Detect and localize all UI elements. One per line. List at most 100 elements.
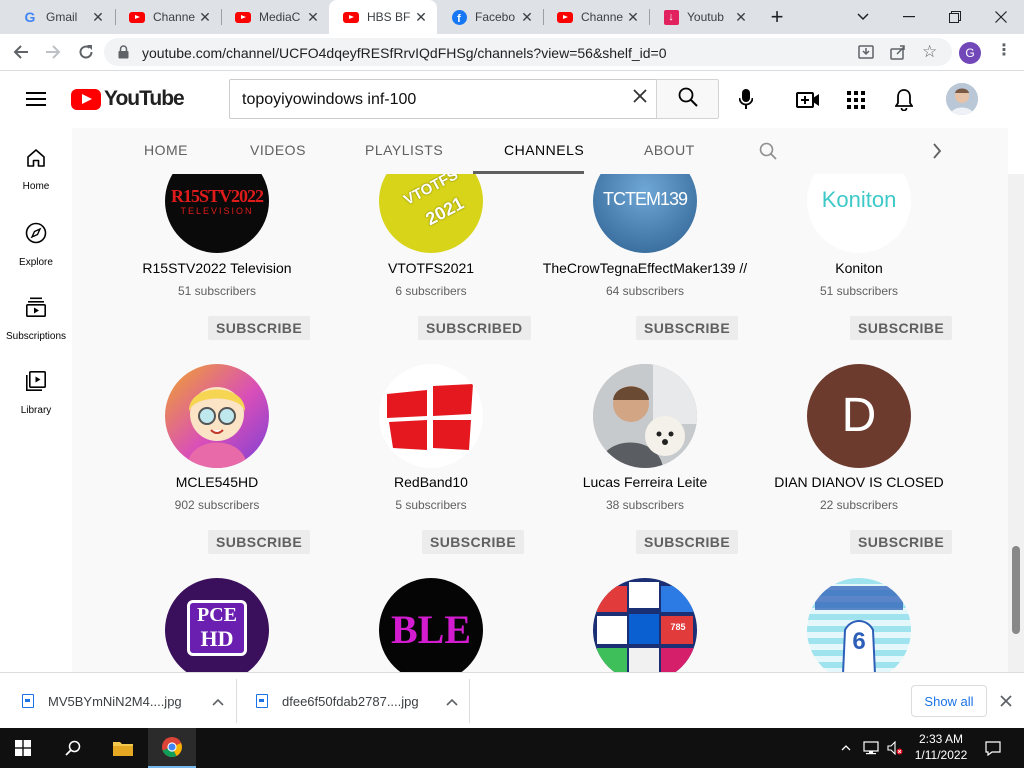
image-file-icon xyxy=(256,694,268,708)
taskbar-clock[interactable]: 2:33 AM 1/11/2022 xyxy=(910,731,972,763)
scrollbar-thumb[interactable] xyxy=(1012,546,1020,634)
windows-start-icon[interactable] xyxy=(0,728,46,768)
close-icon[interactable]: ✕ xyxy=(625,9,641,26)
channel-name[interactable]: TheCrowTegnaEffectMaker139 // xyxy=(538,260,752,276)
profile-avatar[interactable]: G xyxy=(959,42,981,64)
search-input[interactable]: topoyiyowindows inf-100 xyxy=(229,79,656,119)
youtube-icon xyxy=(343,9,359,25)
close-icon[interactable]: ✕ xyxy=(90,9,106,26)
restore-icon[interactable] xyxy=(932,0,978,34)
channel-avatar[interactable]: TCTEM139 xyxy=(593,174,697,253)
browser-menu-icon[interactable]: ⋮ xyxy=(996,43,1012,59)
download-item[interactable]: dfee6f50fdab2787....jpg xyxy=(256,685,466,717)
clear-search-icon[interactable] xyxy=(632,87,648,110)
channel-card: Lucas Ferreira Leite 38 subscribers SUBS… xyxy=(538,364,752,564)
tab-videos[interactable]: VIDEOS xyxy=(250,142,306,158)
subscribe-button[interactable]: SUBSCRIBE xyxy=(208,316,311,340)
channel-name[interactable]: Lucas Ferreira Leite xyxy=(538,474,752,490)
channel-avatar[interactable]: D xyxy=(807,364,911,468)
close-shelf-icon[interactable] xyxy=(1000,694,1012,712)
browser-tab-channel[interactable]: Channe ✕ xyxy=(115,0,221,34)
channel-name[interactable]: Koniton xyxy=(752,260,966,276)
tab-search-icon[interactable] xyxy=(840,0,886,34)
browser-tab-hbs-active[interactable]: HBS BF ✕ xyxy=(329,0,437,34)
channel-avatar[interactable]: Koniton xyxy=(807,174,911,253)
hamburger-menu-icon[interactable] xyxy=(26,91,46,112)
channel-name[interactable]: VTOTFS2021 xyxy=(324,260,538,276)
guide-item-library[interactable]: Library xyxy=(0,350,72,424)
subscribe-button[interactable]: SUBSCRIBE xyxy=(636,316,739,340)
channel-avatar[interactable]: BLE xyxy=(379,578,483,672)
tab-about[interactable]: ABOUT xyxy=(644,142,695,158)
channel-card: RedBand10 5 subscribers SUBSCRIBE xyxy=(324,364,538,564)
browser-tab-facebook[interactable]: f Facebo ✕ xyxy=(437,0,543,34)
browser-toolbar: youtube.com/channel/UCFO4dqeyfRESfRrvIQd… xyxy=(0,34,1024,71)
account-avatar[interactable] xyxy=(946,83,978,115)
channel-avatar[interactable]: 785 xyxy=(593,578,697,672)
file-explorer-icon[interactable] xyxy=(100,728,146,768)
channel-avatar[interactable]: 6 xyxy=(807,578,911,672)
share-icon[interactable] xyxy=(890,44,906,65)
close-window-icon[interactable] xyxy=(978,0,1024,34)
close-icon[interactable]: ✕ xyxy=(305,9,321,26)
lock-icon[interactable] xyxy=(118,45,129,64)
create-video-icon[interactable] xyxy=(794,86,822,114)
search-button[interactable] xyxy=(656,79,719,119)
channel-search-icon[interactable] xyxy=(759,142,777,165)
show-all-downloads-button[interactable]: Show all xyxy=(911,685,987,717)
close-icon[interactable]: ✕ xyxy=(413,9,429,26)
network-icon[interactable] xyxy=(860,728,882,768)
channel-avatar[interactable] xyxy=(379,364,483,468)
subscribe-button[interactable]: SUBSCRIBE xyxy=(208,530,311,554)
guide-item-home[interactable]: Home xyxy=(0,128,72,202)
download-item[interactable]: MV5BYmNiN2M4....jpg xyxy=(22,685,232,717)
apps-grid-icon[interactable] xyxy=(842,86,870,114)
channel-name[interactable]: DIAN DIANOV IS CLOSED xyxy=(752,474,966,490)
chrome-taskbar-icon[interactable] xyxy=(148,728,196,768)
channel-avatar[interactable]: PCE HD xyxy=(165,578,269,672)
close-icon[interactable]: ✕ xyxy=(197,9,213,26)
taskbar-search-icon[interactable] xyxy=(50,728,96,768)
tab-home[interactable]: HOME xyxy=(144,142,188,158)
subscribe-button[interactable]: SUBSCRIBE xyxy=(850,530,953,554)
bookmark-star-icon[interactable]: ☆ xyxy=(922,43,937,60)
minimize-icon[interactable] xyxy=(886,0,932,34)
channel-avatar[interactable]: VTOTFS 2021 xyxy=(379,174,483,253)
forward-icon[interactable] xyxy=(38,37,68,67)
notifications-center-icon[interactable] xyxy=(978,728,1008,768)
show-hidden-icons-chevron[interactable] xyxy=(836,728,856,768)
tab-channels[interactable]: CHANNELS xyxy=(504,142,584,158)
browser-tab-channel-2[interactable]: Channe ✕ xyxy=(543,0,649,34)
address-bar[interactable]: youtube.com/channel/UCFO4dqeyfRESfRrvIQd… xyxy=(104,38,952,66)
browser-tab-gmail[interactable]: G Gmail ✕ xyxy=(8,0,114,34)
channel-name[interactable]: MCLE545HD xyxy=(110,474,324,490)
chevron-right-icon[interactable] xyxy=(932,143,942,164)
new-tab-button[interactable]: + xyxy=(760,0,794,34)
install-app-icon[interactable] xyxy=(858,44,874,65)
chevron-up-icon[interactable] xyxy=(446,694,466,709)
subscribe-button[interactable]: SUBSCRIBE xyxy=(850,316,953,340)
channel-name[interactable]: R15STV2022 Television xyxy=(110,260,324,276)
close-icon[interactable]: ✕ xyxy=(733,9,749,26)
tab-playlists[interactable]: PLAYLISTS xyxy=(365,142,443,158)
notifications-bell-icon[interactable] xyxy=(890,86,918,114)
chevron-up-icon[interactable] xyxy=(212,694,232,709)
guide-item-explore[interactable]: Explore xyxy=(0,202,72,276)
back-icon[interactable] xyxy=(6,37,36,67)
youtube-logo[interactable]: YouTube xyxy=(71,87,185,111)
channel-avatar[interactable] xyxy=(165,364,269,468)
subscriber-count: 38 subscribers xyxy=(605,498,685,512)
close-icon[interactable]: ✕ xyxy=(519,9,535,26)
guide-item-subscriptions[interactable]: Subscriptions xyxy=(0,276,72,350)
subscribe-button[interactable]: SUBSCRIBE xyxy=(422,530,525,554)
browser-tab-youtube-dl[interactable]: ↓ Youtub ✕ xyxy=(649,0,757,34)
subscribe-button[interactable]: SUBSCRIBE xyxy=(636,530,739,554)
browser-tab-mediac[interactable]: MediaC ✕ xyxy=(221,0,329,34)
channel-name[interactable]: RedBand10 xyxy=(324,474,538,490)
subscribed-button[interactable]: SUBSCRIBED xyxy=(418,316,531,340)
channel-avatar[interactable] xyxy=(593,364,697,468)
volume-muted-icon[interactable] xyxy=(884,728,906,768)
microphone-icon[interactable] xyxy=(732,86,760,114)
reload-icon[interactable] xyxy=(71,37,101,67)
channel-avatar[interactable]: R15STV2022 TELEVISION xyxy=(165,174,269,253)
